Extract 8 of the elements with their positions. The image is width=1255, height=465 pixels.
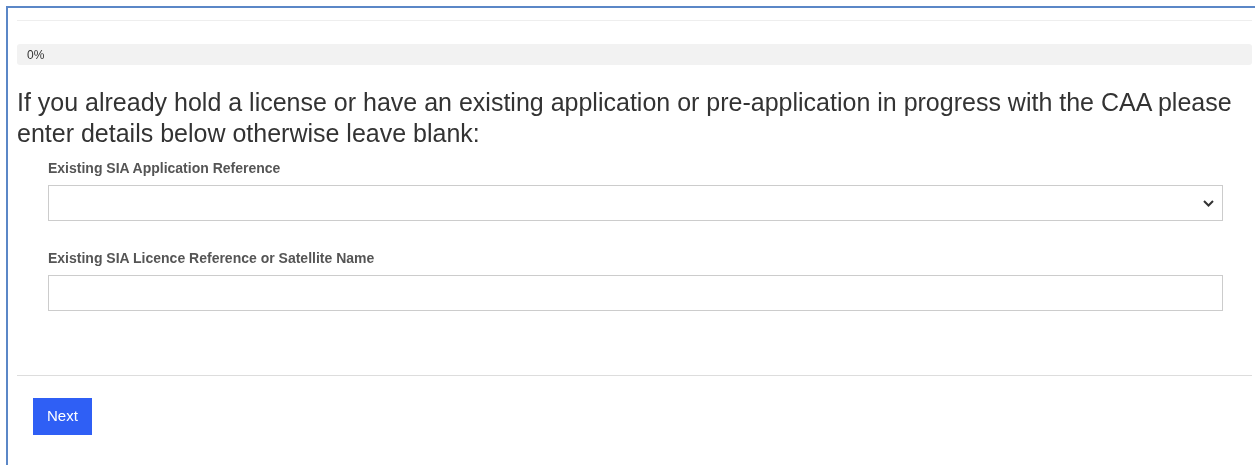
- question-text: If you already hold a license or have an existing application or pre-application in progress with the CAA please enter details below otherwise leave blank:: [17, 87, 1233, 149]
- field-label: Existing SIA Licence Reference or Satellite Name: [48, 249, 376, 267]
- next-button[interactable]: Next: [33, 398, 92, 435]
- chevron-down-icon: [1203, 199, 1214, 207]
- dropdown-field[interactable]: [48, 185, 1223, 221]
- progress-label: 0%: [27, 46, 45, 64]
- input-field[interactable]: [48, 275, 1223, 311]
- field-label: Existing SIA Application Reference: [48, 159, 282, 177]
